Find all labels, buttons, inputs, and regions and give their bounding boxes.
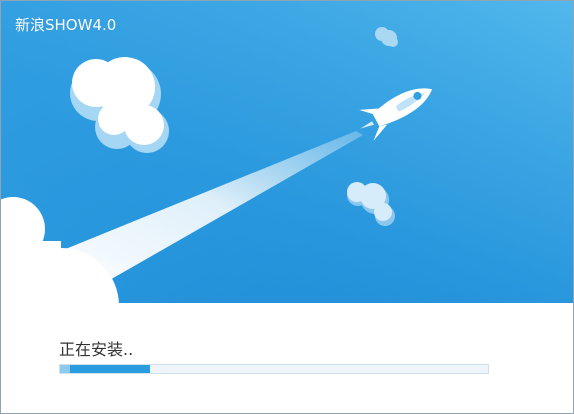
header-banner: 新浪SHOW4.0 [1, 1, 573, 303]
sky-illustration [1, 1, 573, 303]
progress-bar [59, 364, 489, 374]
window-title: 新浪SHOW4.0 [15, 16, 117, 34]
progress-fill-cap [60, 365, 70, 373]
installer-window: 新浪SHOW4.0 正在安装.. [0, 0, 574, 414]
progress-fill [60, 365, 150, 373]
install-status-text: 正在安装.. [59, 340, 134, 359]
install-panel: 正在安装.. [1, 303, 573, 413]
